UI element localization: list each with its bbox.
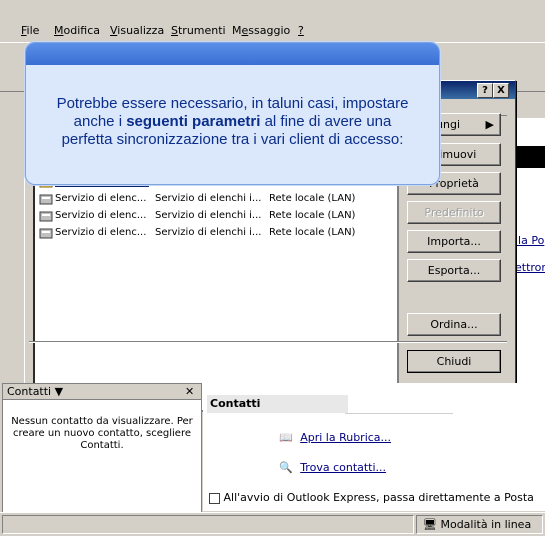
- main-content: Contatti 📖 Apri la Rubrica... 🔍 Trova co…: [203, 383, 545, 511]
- contacts-heading: Contatti: [207, 395, 348, 413]
- address-book-icon: 📖: [279, 431, 293, 444]
- list-cell-connection: Rete locale (LAN): [269, 227, 356, 238]
- directory-service-icon: [39, 194, 53, 205]
- callout-line-1: Potrebbe essere necessario, in taluni ca…: [56, 95, 409, 112]
- list-cell-name: Servizio di elenc...: [55, 193, 147, 204]
- close-dialog-button[interactable]: Chiudi: [407, 350, 501, 373]
- menu-messaggio[interactable]: Messaggio: [232, 24, 290, 37]
- bg-link-1[interactable]: lla Po: [515, 234, 544, 247]
- directory-service-icon: [39, 228, 53, 239]
- startup-option[interactable]: All'avvio di Outlook Express, passa dire…: [209, 491, 534, 504]
- list-cell-type: Servizio di elenchi i...: [155, 210, 262, 221]
- list-cell-type: Servizio di elenchi i...: [155, 227, 262, 238]
- contacts-panel-header: Contatti ▼ ✕: [3, 384, 201, 400]
- directory-service-icon: [39, 211, 53, 222]
- status-bar: 🖥 Modalità in linea: [0, 512, 545, 536]
- list-item[interactable]: Servizio di elenc... Servizio di elenchi…: [37, 209, 395, 225]
- order-button[interactable]: Ordina...: [407, 313, 501, 336]
- list-cell-name: Servizio di elenc...: [55, 227, 147, 238]
- list-cell-connection: Rete locale (LAN): [269, 193, 356, 204]
- menu-file[interactable]: File: [21, 24, 39, 37]
- info-callout: Potrebbe essere necessario, in taluni ca…: [25, 42, 440, 185]
- menu-modifica[interactable]: Modifica: [54, 24, 100, 37]
- list-cell-name: Servizio di elenc...: [55, 210, 147, 221]
- callout-line-2: anche i seguenti parametri al fine di av…: [73, 113, 392, 130]
- list-item[interactable]: Servizio di elenc... Servizio di elenchi…: [37, 226, 395, 242]
- callout-header-bar: [26, 43, 439, 65]
- default-button[interactable]: Predefinito: [407, 201, 501, 224]
- window-top-strip: [0, 0, 545, 21]
- find-contacts-icon: 🔍: [279, 461, 293, 474]
- arrow-right-icon: ▶: [485, 118, 494, 131]
- online-status: Modalità in linea: [440, 518, 532, 531]
- list-cell-type: Servizio di elenchi i...: [155, 193, 262, 204]
- background-pane: lla Po ettron: [515, 118, 545, 383]
- contacts-empty-text: Nessun contatto da visualizzare. Per cre…: [11, 416, 193, 451]
- dialog-separator: [29, 341, 507, 343]
- startup-checkbox[interactable]: [209, 492, 220, 504]
- menu-help[interactable]: ?: [298, 24, 304, 37]
- accounts-list[interactable]: imap.miodominio... posta elettronica (pr…: [33, 173, 399, 412]
- computer-icon: 🖥: [423, 518, 437, 531]
- open-address-book-link[interactable]: Apri la Rubrica...: [300, 431, 391, 444]
- callout-line-3: perfetta sincronizzazione tra i vari cli…: [61, 131, 404, 148]
- callout-text: Potrebbe essere necessario, in taluni ca…: [36, 95, 429, 149]
- contacts-dropdown[interactable]: Contatti ▼: [7, 385, 63, 398]
- online-status-pane: 🖥 Modalità in linea: [416, 515, 543, 534]
- menu-bar: File Modifica Visualizza Strumenti Messa…: [0, 20, 545, 43]
- find-contacts-row[interactable]: 🔍 Trova contatti...: [279, 461, 386, 474]
- export-button[interactable]: Esporta...: [407, 259, 501, 282]
- address-book-row[interactable]: 📖 Apri la Rubrica...: [279, 431, 391, 444]
- close-button[interactable]: X: [493, 83, 509, 98]
- find-contacts-link[interactable]: Trova contatti...: [300, 461, 386, 474]
- list-item[interactable]: Servizio di elenc... Servizio di elenchi…: [37, 192, 395, 208]
- status-pane: [2, 515, 414, 534]
- heading-rule: [345, 413, 453, 414]
- menu-visualizza[interactable]: Visualizza: [110, 24, 164, 37]
- startup-label: All'avvio di Outlook Express, passa dire…: [223, 491, 534, 504]
- bg-link-2[interactable]: ettron: [515, 261, 545, 274]
- close-icon[interactable]: ✕: [185, 385, 194, 398]
- list-cell-connection: Rete locale (LAN): [269, 210, 356, 221]
- menu-strumenti[interactable]: Strumenti: [171, 24, 226, 37]
- contacts-panel: Contatti ▼ ✕ Nessun contatto da visualiz…: [2, 383, 202, 513]
- background-dark-band: [515, 146, 545, 168]
- import-button[interactable]: Importa...: [407, 230, 501, 253]
- help-button[interactable]: ?: [477, 83, 493, 98]
